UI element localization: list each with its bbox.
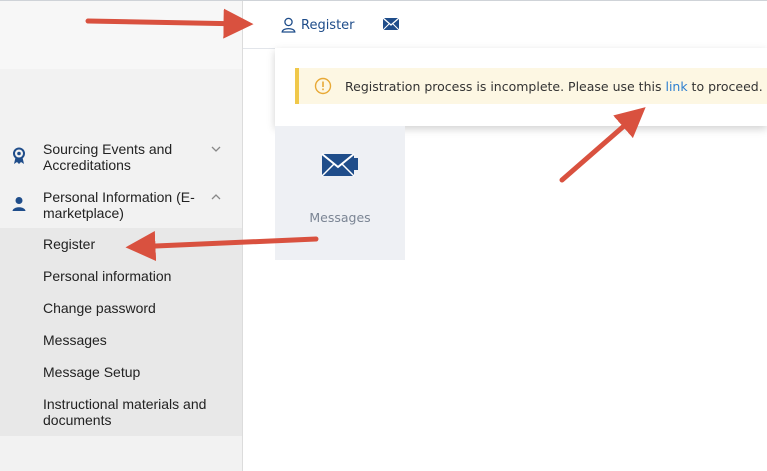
submenu-personal-information: Register Personal information Change pas… <box>0 228 242 436</box>
alert-text-before: Registration process is incomplete. Plea… <box>345 78 666 94</box>
sidebar-item-message-setup[interactable]: Message Setup <box>43 364 233 380</box>
warning-icon <box>314 77 332 95</box>
sidebar-header <box>0 1 242 69</box>
person-icon <box>12 197 26 211</box>
nav-group-personal-information[interactable]: Personal Information (E-marketplace) <box>0 187 242 223</box>
tile-label: Messages <box>309 210 371 225</box>
user-icon <box>281 17 296 33</box>
nav-group-sourcing-events[interactable]: Sourcing Events and Accreditations <box>0 139 242 175</box>
chevron-down-icon[interactable] <box>210 143 222 155</box>
alert-message: Registration process is incomplete. Plea… <box>345 79 763 94</box>
envelope-icon[interactable] <box>382 17 400 31</box>
register-link[interactable]: Register <box>281 15 355 35</box>
envelope-icon <box>321 153 358 177</box>
chevron-up-icon[interactable] <box>210 191 222 203</box>
award-ribbon-icon <box>13 147 25 164</box>
sidebar-item-change-password[interactable]: Change password <box>43 300 233 316</box>
nav-group-label: Personal Information (E-marketplace) <box>43 189 195 221</box>
messages-tile[interactable]: Messages <box>275 126 405 260</box>
notice-panel: Registration process is incomplete. Plea… <box>275 48 767 126</box>
sidebar-item-instructional-materials[interactable]: Instructional materials and documents <box>43 396 233 428</box>
proceed-link[interactable]: link <box>665 79 687 94</box>
alert-text-after: to proceed. <box>687 78 763 94</box>
register-link-label: Register <box>301 17 355 33</box>
sidebar: Sourcing Events and Accreditations Perso… <box>0 1 243 471</box>
registration-incomplete-alert: Registration process is incomplete. Plea… <box>295 68 767 104</box>
sidebar-item-messages[interactable]: Messages <box>43 332 233 348</box>
nav-group-label: Sourcing Events and Accreditations <box>43 141 173 173</box>
sidebar-item-personal-information[interactable]: Personal information <box>43 268 233 284</box>
sidebar-item-register[interactable]: Register <box>43 236 233 252</box>
